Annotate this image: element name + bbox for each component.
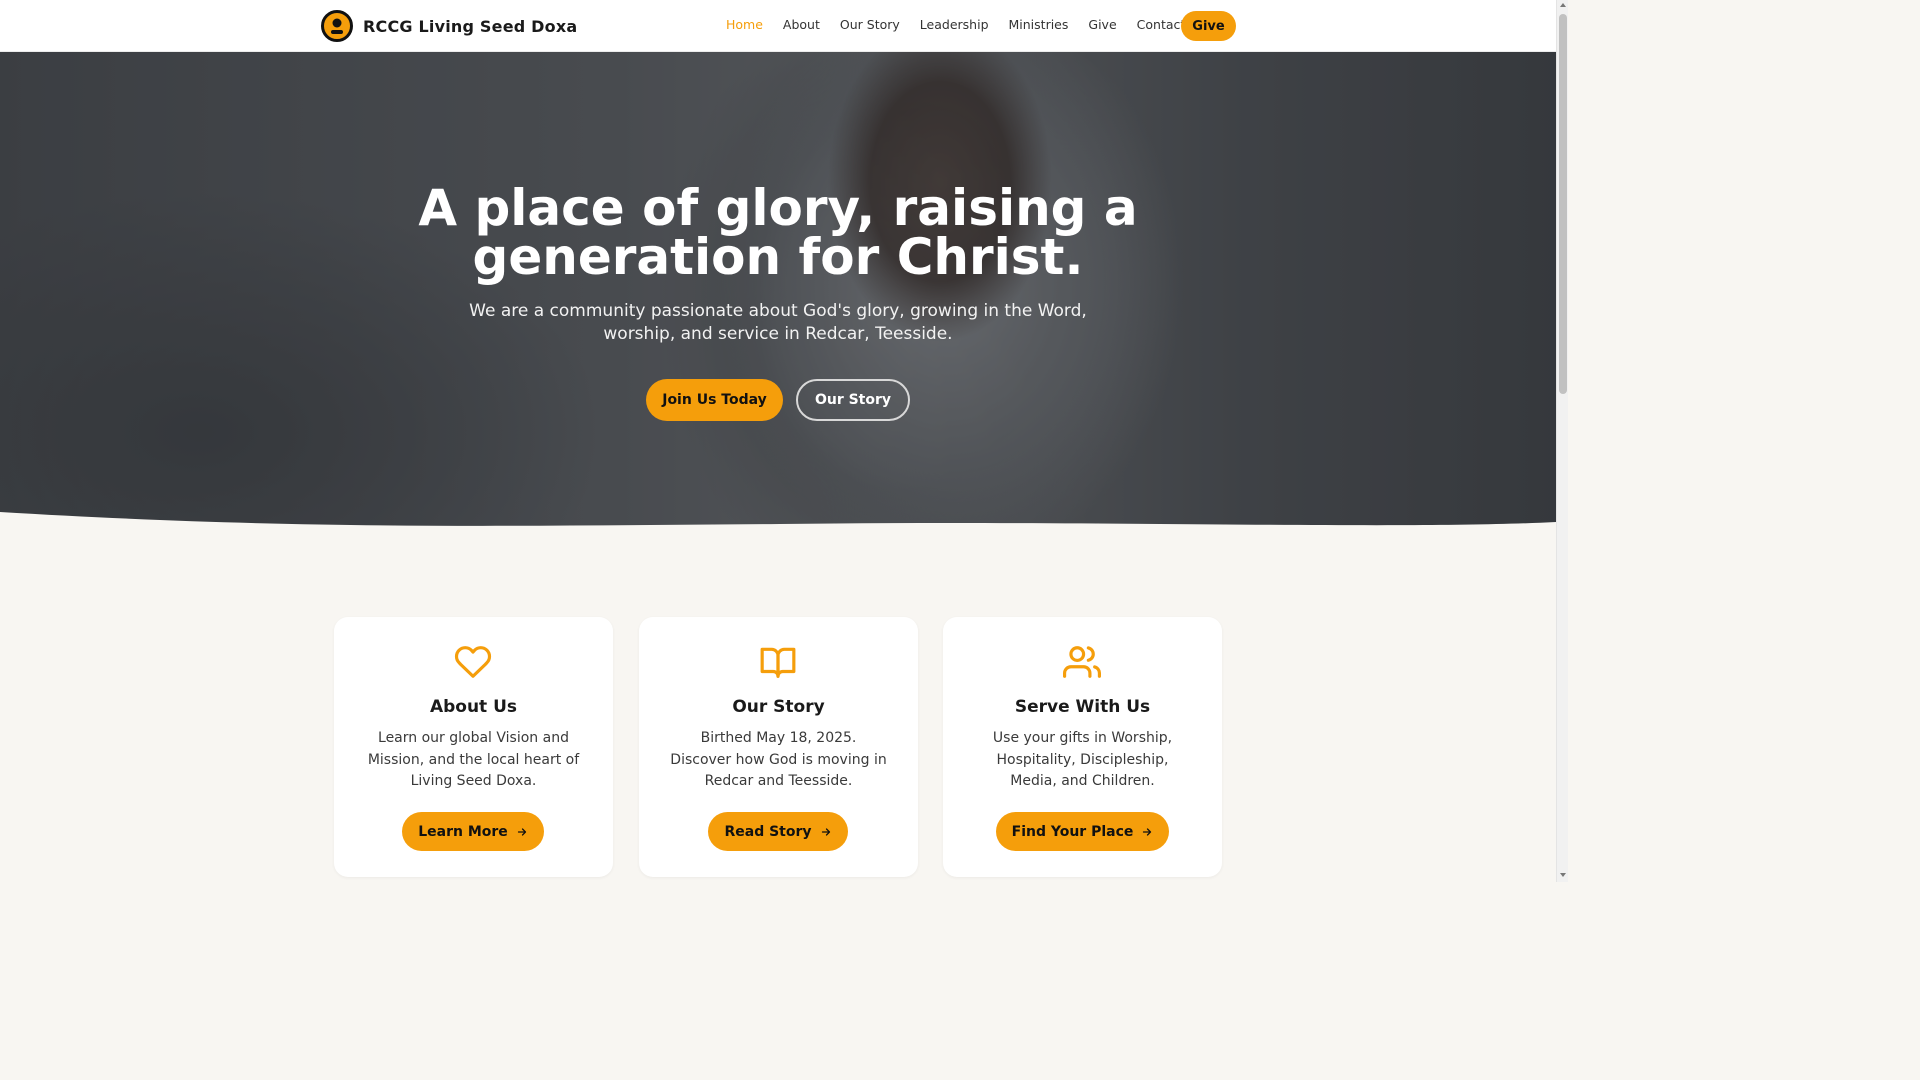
hero-subtitle: We are a community passionate about God'… (469, 301, 1087, 344)
church-logo-icon (321, 10, 353, 42)
page-scrollbar[interactable] (1556, 0, 1568, 882)
nav-give[interactable]: Give (1088, 17, 1116, 32)
card-title: Our Story (732, 697, 825, 717)
arrow-right-icon (517, 827, 526, 836)
hero-wave-divider (0, 512, 1556, 560)
card-title: Serve With Us (1014, 697, 1151, 717)
button-label: Find Your Place (1011, 823, 1134, 840)
learn-more-button[interactable]: Learn More (402, 812, 544, 851)
open-book-icon (760, 647, 796, 678)
scroll-down-icon[interactable] (1560, 873, 1566, 877)
find-your-place-button[interactable]: Find Your Place (996, 812, 1169, 851)
nav-home[interactable]: Home (726, 17, 763, 32)
scroll-up-icon[interactable] (1560, 3, 1566, 7)
button-label: Learn More (418, 823, 508, 840)
nav-about[interactable]: About (783, 17, 820, 32)
arrow-right-icon (1143, 827, 1152, 836)
hero-title: A place of glory, raising a generation f… (418, 179, 1138, 286)
our-story-button[interactable]: Our Story (796, 379, 910, 421)
heart-icon (454, 646, 492, 678)
card-title: About Us (429, 697, 518, 717)
scrollbar-thumb[interactable] (1559, 14, 1567, 394)
card-text: Use your gifts in Worship, Hospitality, … (992, 730, 1173, 789)
join-us-button[interactable]: Join Us Today (646, 379, 783, 421)
our-story-card: Our Story Birthed May 18, 2025. Discover… (639, 617, 918, 877)
button-label: Read Story (724, 823, 812, 840)
give-button[interactable]: Give (1181, 11, 1236, 41)
serve-with-us-card: Serve With Us Use your gifts in Worship,… (943, 617, 1222, 877)
site-header: RCCG Living Seed Doxa Home About Our Sto… (0, 0, 1556, 52)
main-nav: Home About Our Story Leadership Ministri… (726, 17, 1205, 32)
nav-our-story[interactable]: Our Story (840, 17, 900, 32)
brand-link[interactable]: RCCG Living Seed Doxa (321, 10, 577, 42)
arrow-right-icon (821, 827, 830, 836)
brand-name: RCCG Living Seed Doxa (363, 16, 578, 36)
nav-ministries[interactable]: Ministries (1009, 17, 1069, 32)
users-icon (1063, 646, 1101, 678)
hero-section: A place of glory, raising a generation f… (0, 52, 1556, 542)
about-us-card: About Us Learn our global Vision and Mis… (334, 617, 613, 877)
card-text: Birthed May 18, 2025. Discover how God i… (670, 730, 887, 789)
hero-overlay (0, 52, 1556, 542)
card-text: Learn our global Vision and Mission, and… (367, 730, 580, 789)
nav-leadership[interactable]: Leadership (920, 17, 989, 32)
nav-contact[interactable]: Contact (1137, 17, 1186, 32)
read-story-button[interactable]: Read Story (708, 812, 848, 851)
